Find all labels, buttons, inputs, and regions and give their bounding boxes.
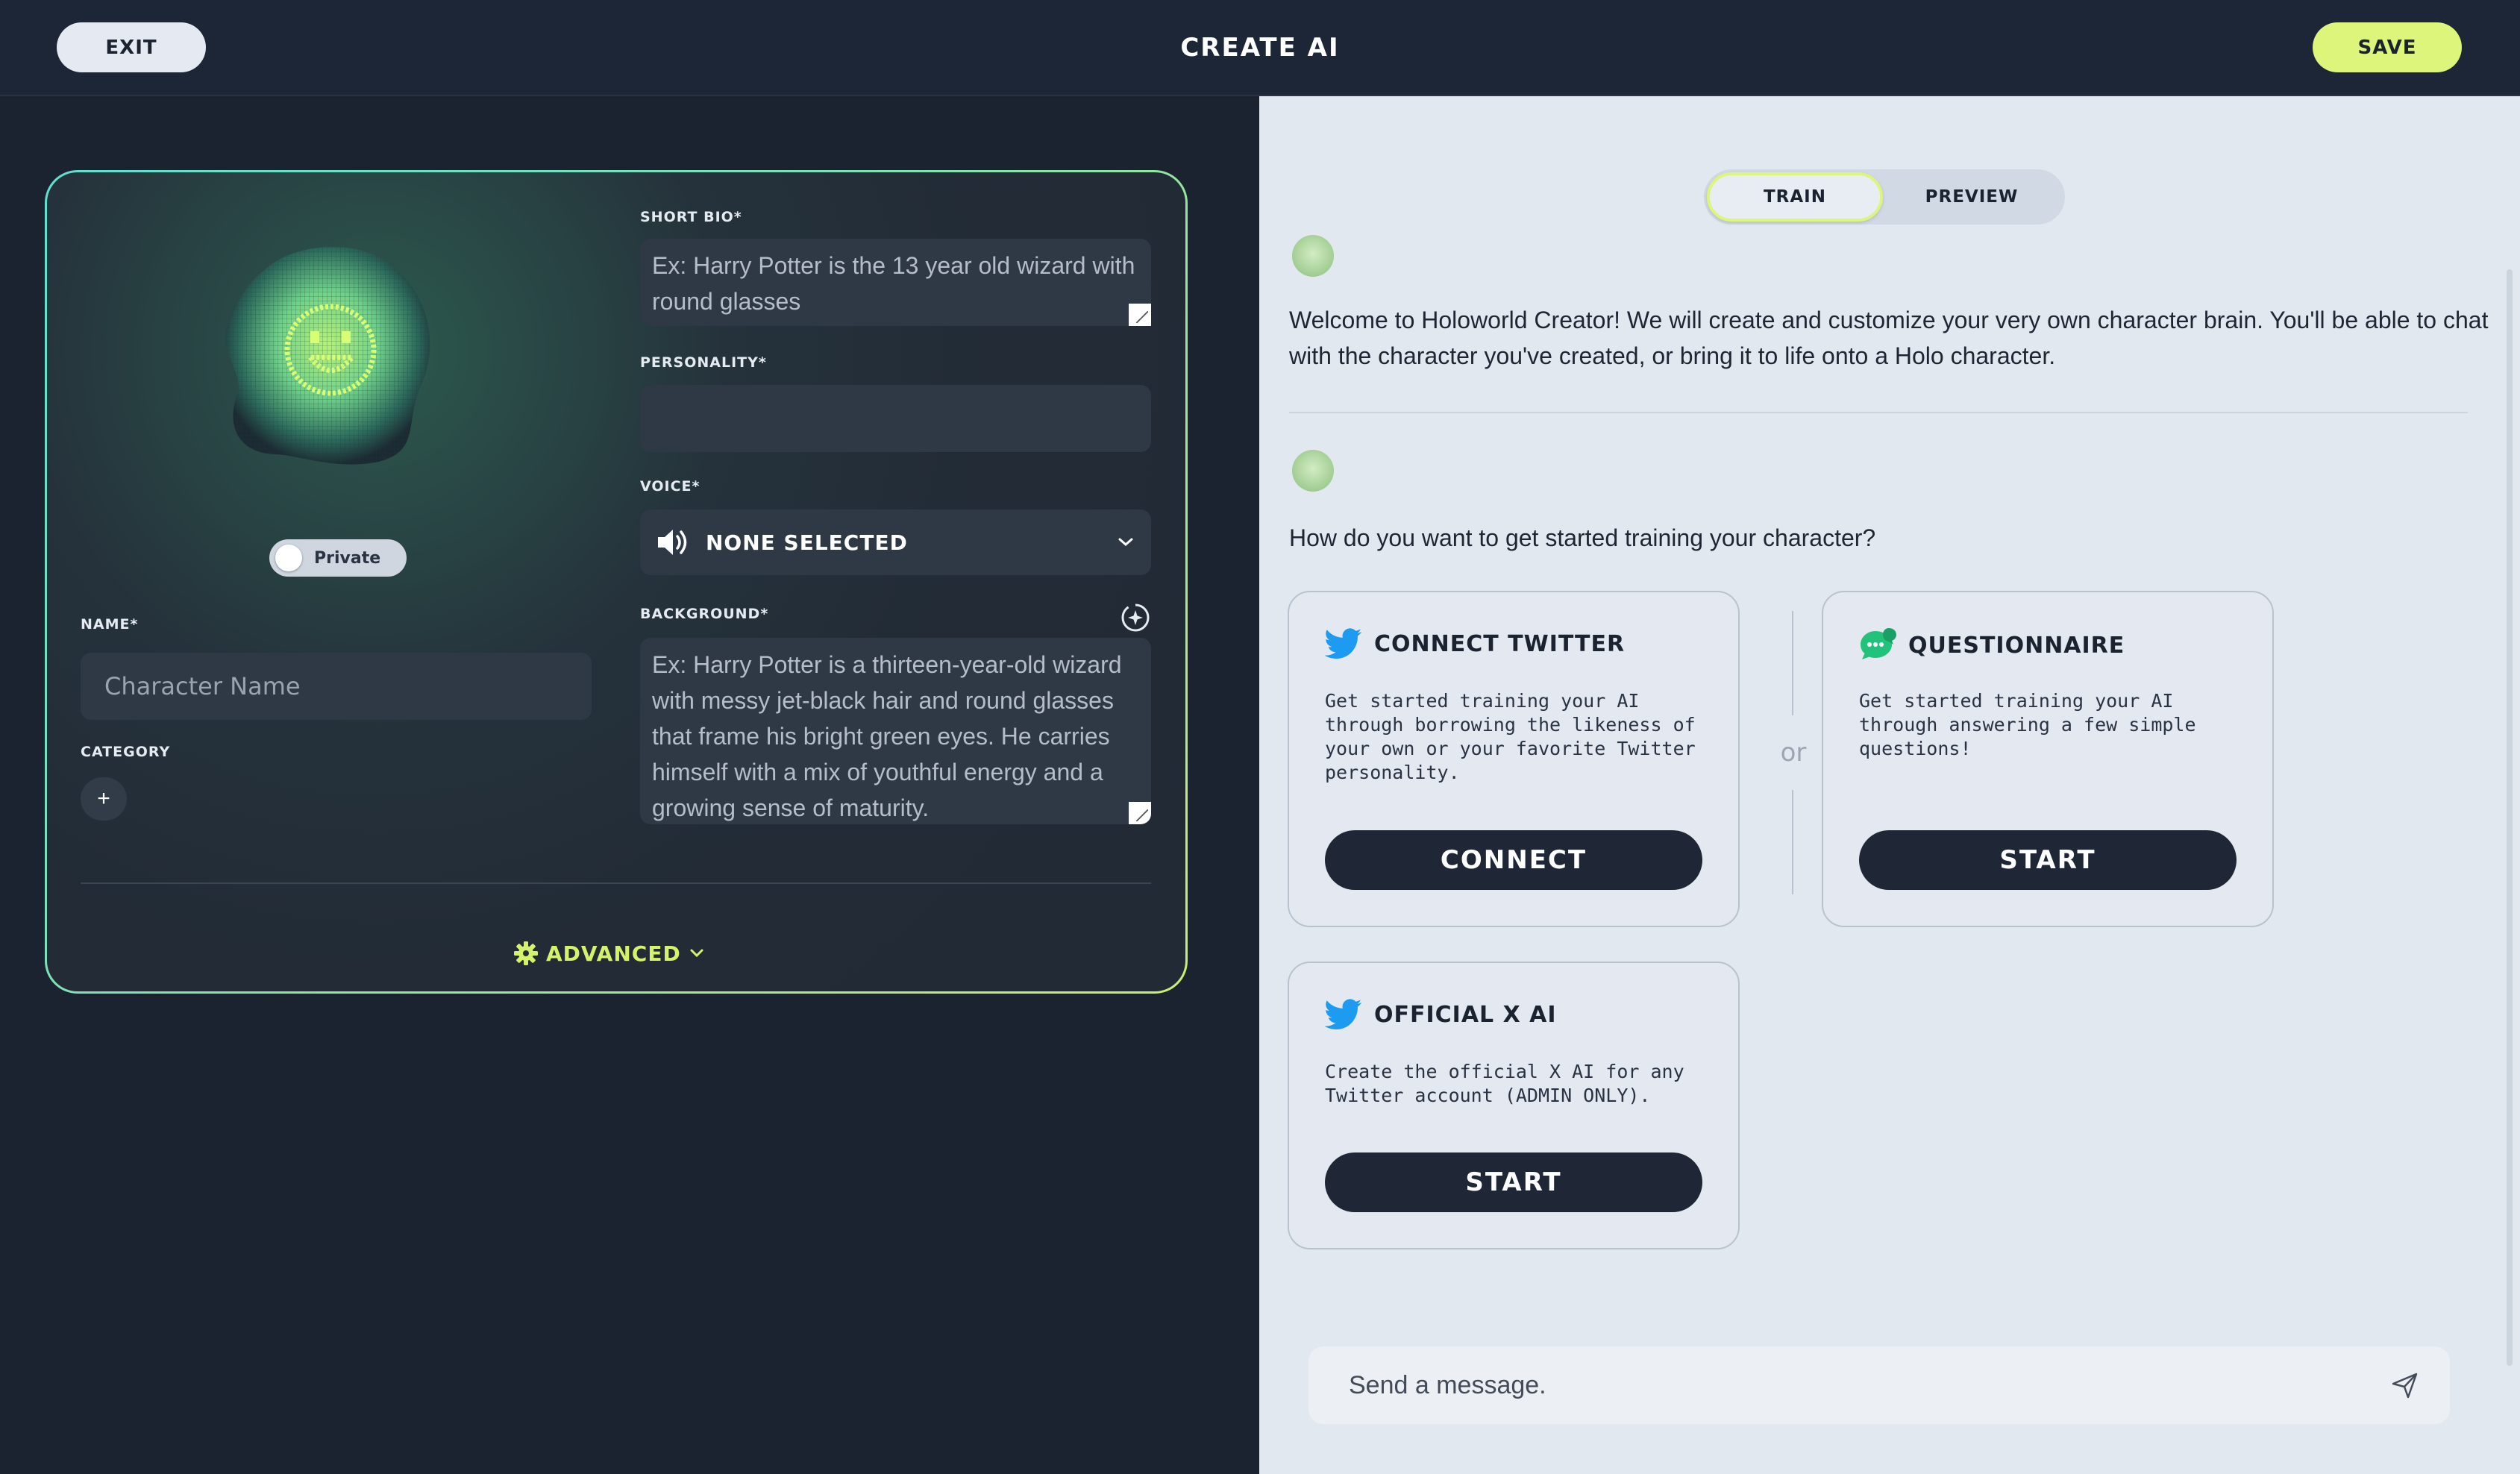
short-bio-textarea[interactable]: Ex: Harry Potter is the 13 year old wiza… [640,239,1151,326]
chat-input-bar [1308,1346,2450,1424]
personality-input[interactable] [640,385,1151,452]
bot-avatar [1292,235,1334,277]
save-button[interactable]: SAVE [2313,22,2462,72]
background-placeholder: Ex: Harry Potter is a thirteen-year-old … [652,651,1122,821]
chat-bubble-icon [1861,628,1896,659]
option-description: Get started training your AI through ans… [1859,690,2196,759]
speaker-icon [658,530,687,555]
option-title: OFFICIAL X AI [1374,1001,1557,1028]
background-label: BACKGROUND* [640,606,769,622]
resize-handle[interactable] [1129,802,1151,824]
welcome-message: Welcome to Holoworld Creator! We will cr… [1289,307,2489,369]
character-name-input[interactable] [81,653,592,720]
voice-selected-value: NONE SELECTED [706,530,908,555]
exit-button[interactable]: EXIT [57,22,206,72]
send-icon[interactable] [2390,1370,2420,1400]
voice-label: VOICE* [640,478,700,495]
option-description: Get started training your AI through bor… [1325,690,1696,783]
or-separator: or [1771,611,1816,898]
chevron-down-icon [690,949,703,958]
voice-select[interactable]: NONE SELECTED [640,509,1151,575]
start-official-x-ai-button[interactable]: START [1325,1152,1702,1212]
option-title: CONNECT TWITTER [1374,630,1626,657]
private-toggle-label: Private [314,548,381,568]
toggle-knob [275,545,302,571]
page-title: CREATE AI [1180,33,1340,63]
or-label: or [1780,738,1807,768]
advanced-label: ADVANCED [546,941,681,966]
tab-preview[interactable]: PREVIEW [1883,172,2060,222]
personality-label: PERSONALITY* [640,354,767,371]
questionnaire-card: QUESTIONNAIRE Get started training your … [1822,591,2274,927]
twitter-icon [1325,999,1362,1029]
scrollbar[interactable] [2507,269,2513,1366]
option-title: QUESTIONNAIRE [1908,632,2125,659]
start-questionnaire-button[interactable]: START [1859,830,2237,890]
tab-train[interactable]: TRAIN [1707,172,1883,222]
official-x-ai-card: OFFICIAL X AI Create the official X AI f… [1288,962,1740,1249]
twitter-icon [1325,628,1362,659]
ai-generate-icon[interactable] [1119,601,1152,634]
background-textarea[interactable]: Ex: Harry Potter is a thirteen-year-old … [640,638,1151,824]
character-editor-pane: Private NAME* CATEGORY + SHORT BIO* Ex: … [0,96,1259,1474]
resize-handle[interactable] [1129,304,1151,326]
private-toggle[interactable]: Private [269,539,407,577]
top-bar: EXIT CREATE AI SAVE [0,0,2520,96]
chevron-down-icon [1118,538,1133,546]
category-label: CATEGORY [81,744,171,760]
connect-button[interactable]: CONNECT [1325,830,1702,890]
bot-avatar [1292,450,1334,492]
short-bio-label: SHORT BIO* [640,209,742,225]
character-avatar[interactable] [215,238,439,469]
mode-tabs: TRAIN PREVIEW [1704,169,2065,225]
name-label: NAME* [81,616,139,633]
option-description: Create the official X AI for any Twitter… [1325,1061,1684,1106]
add-category-button[interactable]: + [81,777,127,821]
message-divider [1289,412,2468,413]
advanced-toggle[interactable]: ADVANCED [513,935,705,972]
short-bio-placeholder: Ex: Harry Potter is the 13 year old wiza… [652,252,1135,315]
connect-twitter-card: CONNECT TWITTER Get started training you… [1288,591,1740,927]
message-input[interactable] [1349,1370,2390,1400]
gear-icon [514,941,538,965]
train-panel: TRAIN PREVIEW Welcome to Holoworld Creat… [1259,96,2520,1474]
divider [81,882,1151,884]
character-card: Private NAME* CATEGORY + SHORT BIO* Ex: … [45,170,1188,994]
question-message: How do you want to get started training … [1289,524,1876,551]
